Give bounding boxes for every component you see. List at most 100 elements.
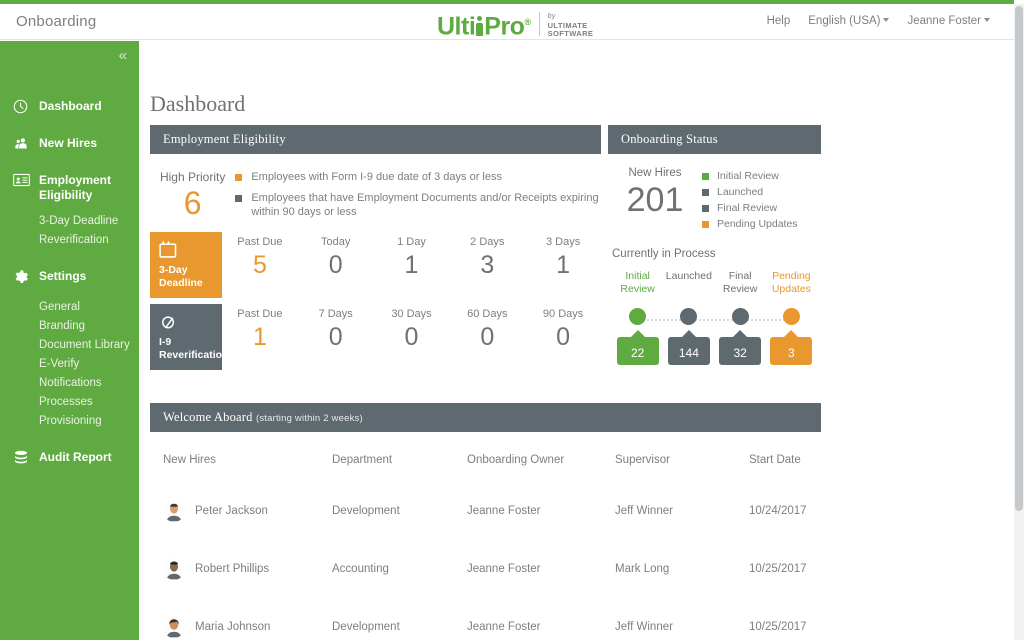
logo-pro-text: Pro	[484, 12, 524, 40]
cell-department: Development	[332, 598, 467, 640]
stat-cell-today[interactable]: Today 0	[298, 232, 374, 282]
sidebar-subitem-3-day-deadline[interactable]: 3-Day Deadline	[39, 212, 139, 231]
sidebar-collapse-button[interactable]: «	[119, 49, 127, 63]
employee-cell: Peter Jackson	[163, 500, 332, 522]
step-launched[interactable]: Launched	[663, 270, 714, 296]
orange-bullet-icon	[702, 221, 709, 228]
dot-cell	[715, 308, 766, 325]
user-menu[interactable]: Jeanne Foster	[907, 15, 990, 27]
step-final-review[interactable]: Final Review	[715, 270, 766, 296]
avatar	[163, 500, 185, 522]
language-selector[interactable]: English (USA)	[808, 15, 889, 27]
table-row[interactable]: Maria Johnson Development Jeanne Foster …	[150, 598, 821, 640]
i9-reverification-row: I-9 Reverification Past Due 1 7 Days 0 3…	[150, 304, 601, 370]
page-scrollbar[interactable]	[1014, 4, 1024, 640]
cell-onboarding-owner: Jeanne Foster	[467, 482, 615, 540]
cell-supervisor: Jeff Winner	[615, 598, 749, 640]
table-row[interactable]: Robert Phillips Accounting Jeanne Foster…	[150, 540, 821, 598]
count-badge-launched[interactable]: 144	[668, 337, 710, 365]
logo-byline: by ULTIMATE SOFTWARE	[548, 9, 594, 39]
orange-bullet-icon	[235, 174, 242, 181]
status-dot-final-review[interactable]	[732, 308, 749, 325]
stat-value: 0	[298, 320, 374, 354]
i9-reverification-tile[interactable]: I-9 Reverification	[150, 304, 222, 370]
count-badge-pending-updates[interactable]: 3	[770, 337, 812, 365]
note-item: Employees with Form I-9 due date of 3 da…	[235, 170, 601, 184]
stat-label: Today	[298, 236, 374, 248]
stat-cell-2-days[interactable]: 2 Days 3	[449, 232, 525, 282]
stat-cell-1-day[interactable]: 1 Day 1	[374, 232, 450, 282]
stat-cell-30-days[interactable]: 30 Days 0	[374, 304, 450, 354]
sidebar-item-dashboard[interactable]: Dashboard	[0, 90, 139, 127]
logo-trademark: ®	[524, 17, 530, 27]
process-step-labels: Initial Review Launched Final Review Pen…	[608, 270, 821, 296]
stat-cell-7-days[interactable]: 7 Days 0	[298, 304, 374, 354]
step-label-line2: Review	[715, 283, 766, 296]
stat-cell-60-days[interactable]: 60 Days 0	[449, 304, 525, 354]
stat-label: 1 Day	[374, 236, 450, 248]
sidebar-subnav-eligibility: 3-Day Deadline Reverification	[0, 212, 139, 254]
sidebar-subitem-general[interactable]: General	[39, 298, 139, 317]
step-pending-updates[interactable]: Pending Updates	[766, 270, 817, 296]
stat-cell-3-days[interactable]: 3 Days 1	[525, 232, 601, 282]
welcome-aboard-subtitle: (starting within 2 weeks)	[256, 413, 363, 424]
cell-start-date: 10/25/2017	[749, 540, 821, 598]
cell-onboarding-owner: Jeanne Foster	[467, 540, 615, 598]
status-dot-pending-updates[interactable]	[783, 308, 800, 325]
status-dot-launched[interactable]	[680, 308, 697, 325]
help-link[interactable]: Help	[767, 15, 791, 27]
sidebar-subitem-document-library[interactable]: Document Library	[39, 336, 139, 355]
top-bar: Onboarding UltiPro® by ULTIMATE SOFTWARE…	[0, 4, 1014, 40]
cell-department: Accounting	[332, 540, 467, 598]
sidebar-subitem-branding[interactable]: Branding	[39, 317, 139, 336]
count-badge-final-review[interactable]: 32	[719, 337, 761, 365]
sidebar-item-settings[interactable]: Settings	[0, 260, 139, 298]
stat-value: 0	[298, 248, 374, 282]
page-title: Dashboard	[150, 91, 245, 117]
note-item: Employees that have Employment Documents…	[235, 191, 601, 219]
status-dot-initial-review[interactable]	[629, 308, 646, 325]
stat-cell-90-days[interactable]: 90 Days 0	[525, 304, 601, 354]
i9-reverification-cells: Past Due 1 7 Days 0 30 Days 0 60 Days 0	[222, 304, 601, 354]
stat-cell-past-due[interactable]: Past Due 5	[222, 232, 298, 282]
dot-cell	[766, 308, 817, 325]
onboarding-status-card: Onboarding Status New Hires 201 Initial …	[608, 125, 821, 365]
cell-supervisor: Jeff Winner	[615, 482, 749, 540]
sidebar-item-new-hires[interactable]: New Hires	[0, 127, 139, 164]
id-card-icon	[13, 173, 30, 191]
note-text: Employees with Form I-9 due date of 3 da…	[251, 170, 502, 184]
sidebar-item-label: New Hires	[39, 136, 97, 151]
sidebar-item-label: Audit Report	[39, 450, 112, 465]
cell-department: Development	[332, 482, 467, 540]
step-label-line1: Pending	[766, 270, 817, 283]
table-body: Peter Jackson Development Jeanne Foster …	[150, 482, 821, 640]
column-header-supervisor: Supervisor	[615, 432, 749, 482]
three-day-deadline-tile[interactable]: 3-Day Deadline	[150, 232, 222, 298]
process-track	[608, 308, 821, 330]
scrollbar-thumb[interactable]	[1015, 6, 1023, 511]
employee-name: Peter Jackson	[195, 505, 268, 517]
tile-label-line1: I-9	[159, 336, 222, 349]
avatar	[163, 616, 185, 638]
sidebar-item-audit-report[interactable]: Audit Report	[0, 441, 139, 478]
sidebar-nav: Dashboard New Hires Employment Eligibili…	[0, 90, 139, 478]
high-priority-label: High Priority	[150, 170, 235, 184]
new-hires-value: 201	[608, 179, 702, 221]
calendar-icon	[159, 241, 222, 261]
three-day-deadline-cells: Past Due 5 Today 0 1 Day 1 2 Days 3	[222, 232, 601, 282]
sidebar-subitem-provisioning[interactable]: Provisioning	[39, 412, 139, 431]
tile-label-line2: Reverification	[159, 349, 222, 362]
table-row[interactable]: Peter Jackson Development Jeanne Foster …	[150, 482, 821, 540]
stat-label: 30 Days	[374, 308, 450, 320]
step-initial-review[interactable]: Initial Review	[612, 270, 663, 296]
stat-cell-past-due[interactable]: Past Due 1	[222, 304, 298, 354]
database-icon	[13, 450, 30, 469]
sidebar-item-employment-eligibility[interactable]: Employment Eligibility	[0, 164, 139, 212]
sidebar-subitem-reverification[interactable]: Reverification	[39, 231, 139, 250]
count-badge-initial-review[interactable]: 22	[617, 337, 659, 365]
stat-value: 1	[525, 248, 601, 282]
sidebar-subitem-processes[interactable]: Processes	[39, 393, 139, 412]
legend-item: Final Review	[702, 202, 798, 215]
sidebar-subitem-notifications[interactable]: Notifications	[39, 374, 139, 393]
sidebar-subitem-e-verify[interactable]: E-Verify	[39, 355, 139, 374]
